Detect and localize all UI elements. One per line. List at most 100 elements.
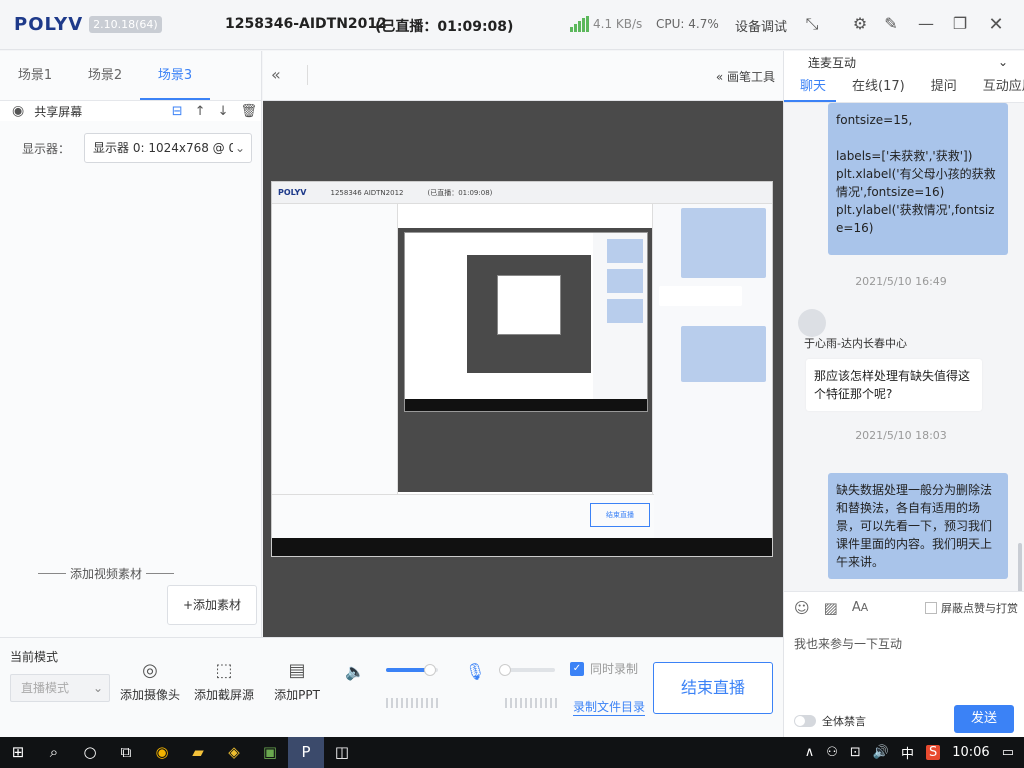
monitor-select[interactable]: 显示器 0: 1024x768 @ 0 ⌄ [84,133,253,163]
search-icon[interactable]: ⌕ [36,737,72,768]
ime-indicator[interactable]: 中 [901,743,914,762]
close-icon[interactable]: ✕ [986,14,1006,35]
collapse-left-icon[interactable]: « [271,65,281,84]
move-up-icon[interactable]: ↑ [195,104,206,119]
brush-tool-button[interactable]: « 画笔工具 [716,68,775,85]
sogou-icon[interactable]: S [925,745,941,760]
camera-icon: ◎ [142,660,158,681]
net-speed: 4.1 KB/s [593,17,643,31]
windows-start-icon[interactable]: ⊞ [0,737,36,768]
volume-icon[interactable]: 🔊 [873,745,889,760]
source-item-shared-screen[interactable]: ◉ 共享屏幕 ⊟ ↑ ↓ 🗑 [0,101,261,121]
nested-status: (已直播：01:09:08) [427,188,493,197]
nested-channel: 1258346 AIDTN2012 [330,188,404,197]
cortana-icon[interactable]: ○ [72,737,108,768]
folder-icon[interactable]: ▰ [180,737,216,768]
microphone-icon[interactable]: 🎙 [465,662,485,681]
sync-record-label: 同时录制 [590,662,639,676]
chevron-down-icon: ⌄ [997,55,1008,69]
chat-messages: fontsize=15, labels=['未获救','获救']) plt.xl… [784,103,1024,591]
tab-interactive-apps[interactable]: 互动应用 [967,73,1024,102]
monitor-label: 显示器： [22,141,71,156]
font-size-icon[interactable]: AA [852,600,868,615]
chrome-icon[interactable]: ◉ [144,737,180,768]
block-gifts-label: 屏蔽点赞与打赏 [941,601,1018,615]
add-camera-button[interactable]: ◎ 添加摄像头 [115,660,185,703]
clock[interactable]: 10:06 [952,745,989,760]
emoji-icon[interactable]: ☺ [794,599,810,617]
chevron-down-icon: ⌄ [232,134,246,162]
current-mode-label: 当前模式 [10,650,59,664]
pin-icon[interactable]: ✎ [881,14,901,33]
device-debug-button[interactable]: 设备调试 [735,16,787,35]
scene-tabs: 场景1 场景2 场景3 [0,51,261,101]
chat-input[interactable]: 我也来参与一下互动 [794,635,902,652]
speaker-level-meter [386,698,440,708]
speaker-volume-slider[interactable] [386,664,438,676]
nested-left-panel [272,204,398,494]
system-tray: ∧ ⚇ ⊡ 🔊 中 S 10:06 ▭ [805,737,1024,768]
tab-scene2[interactable]: 场景2 [70,51,140,100]
checkbox-checked-icon[interactable]: ✓ [570,661,584,676]
tab-online[interactable]: 在线(17) [836,73,915,102]
task-view-icon[interactable]: ⧉ [108,737,144,768]
tab-scene1[interactable]: 场景1 [0,51,70,100]
polyv-taskbar-icon[interactable]: P [288,737,324,768]
collapse-icon[interactable]: ⊟ [172,104,183,119]
speaker-icon[interactable]: 🔈 [345,662,365,681]
send-button[interactable]: 发送 [954,705,1014,733]
tab-questions[interactable]: 提问 [915,73,967,102]
restore-icon[interactable]: ❐ [950,14,970,33]
toggle-switch[interactable] [794,715,816,727]
mode-select[interactable]: 直播模式 ⌄ [10,674,110,702]
gear-icon[interactable]: ⚙ [850,14,870,33]
avatar [798,309,826,337]
lianmai-dropdown[interactable]: 连麦互动 ⌄ [784,51,1024,73]
windows-taskbar: ⊞ ⌕ ○ ⧉ ◉ ▰ ◈ ▣ P ◫ ∧ ⚇ ⊡ 🔊 中 S 10:06 ▭ [0,737,1024,768]
chat-message: 缺失数据处理一般分为删除法和替换法，各自有适用的场景，可以先看一下，预习我们课件… [828,473,1008,579]
nested-titlebar: POLYV 1258346 AIDTN2012 (已直播：01:09:08) [272,182,772,204]
live-duration: (已直播：01:09:08) [375,19,514,35]
chat-tabs: 聊天 在线(17) 提问 互动应用 [784,73,1024,103]
move-down-icon[interactable]: ↓ [218,104,229,119]
minimize-icon[interactable]: — [916,14,936,33]
eye-icon[interactable]: ◉ [12,103,24,119]
record-dir-link[interactable]: 录制文件目录 [573,698,646,716]
game-icon[interactable]: ◈ [216,737,252,768]
nested-chat [652,204,772,540]
people-icon[interactable]: ⚇ [826,745,838,760]
network-icon[interactable]: ⊡ [850,745,861,760]
tab-scene3[interactable]: 场景3 [140,51,210,100]
notification-icon[interactable]: ▭ [1002,745,1014,760]
add-material-button[interactable]: +添加素材 [167,585,257,625]
block-gifts-toggle[interactable]: 屏蔽点赞与打赏 [925,600,1018,616]
lianmai-label: 连麦互动 [808,55,857,70]
add-video-material[interactable]: 添加视频素材 [38,565,175,582]
chat-scrollbar[interactable] [1018,543,1022,591]
chat-message: fontsize=15, labels=['未获救','获救']) plt.xl… [828,103,1008,255]
scene-panel: 场景1 场景2 场景3 ◉ 共享屏幕 ⊟ ↑ ↓ 🗑 显示器： 显示器 0: 1… [0,51,262,637]
chat-message: 那应该怎样处理有缺失值得这个特征那个呢? [806,359,982,411]
mode-value: 直播模式 [21,681,70,695]
app-icon[interactable]: ▣ [252,737,288,768]
mute-all-toggle[interactable]: 全体禁言 [794,713,866,729]
sync-record-checkbox[interactable]: ✓ 同时录制 [570,660,638,677]
shrink-icon[interactable]: ⤡ [802,14,822,34]
chevron-up-icon[interactable]: ∧ [805,745,815,760]
image-icon[interactable]: ▨ [824,599,838,617]
add-screen-capture-label: 添加截屏源 [193,688,254,702]
end-live-button[interactable]: 结束直播 [653,662,773,714]
add-ppt-button[interactable]: ▤ 添加PPT [262,660,332,703]
trash-icon[interactable]: 🗑 [240,104,257,119]
network-status: 4.1 KB/s [570,16,642,32]
mic-volume-slider[interactable] [499,664,555,676]
add-screen-capture-button[interactable]: ⬚ 添加截屏源 [189,660,259,703]
chat-input-area[interactable]: 我也来参与一下互动 全体禁言 发送 [784,623,1024,737]
edit-app-icon[interactable]: ◫ [324,737,360,768]
live-preview: POLYV 1258346 AIDTN2012 (已直播：01:09:08) 结… [263,101,783,637]
tab-chat[interactable]: 聊天 [784,73,837,102]
version-badge: 2.10.18(64) [89,16,162,33]
nested-taskbar [272,538,772,556]
username: 于心雨-达内长春中心 [804,337,907,350]
timestamp: 2021/5/10 16:49 [855,275,947,288]
